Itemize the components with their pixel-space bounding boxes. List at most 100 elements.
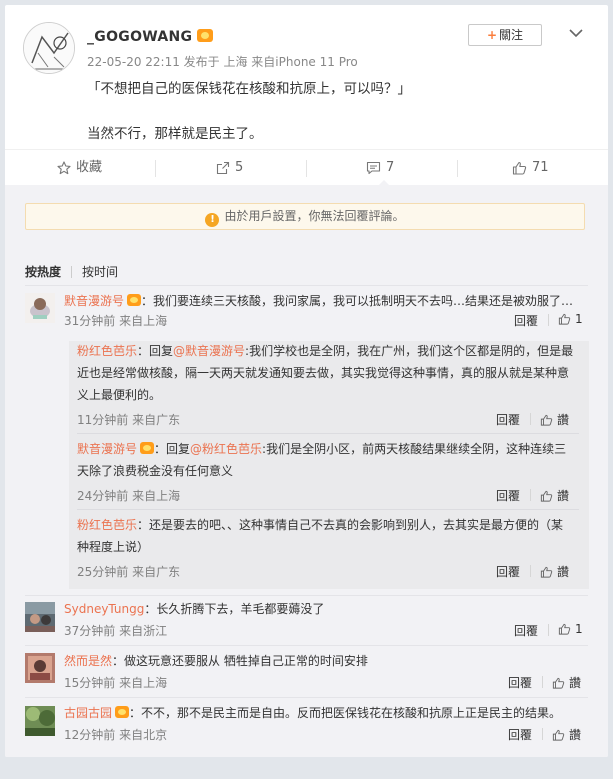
reply-username[interactable]: 粉红色芭乐 [77, 344, 137, 358]
avatar[interactable] [25, 653, 55, 683]
vip-badge-icon [115, 706, 130, 718]
thumbs-up-icon [552, 677, 565, 689]
divider [25, 595, 588, 596]
follow-button[interactable]: + 關注 [468, 24, 542, 46]
sort-by-time[interactable]: 按时间 [82, 263, 128, 280]
avatar[interactable] [25, 706, 55, 736]
comment-text: 默音漫游号 ：我们要连续三天核酸，我问家属，我可以抵制明天不去吗…结果还是被劝服了… [64, 292, 573, 310]
reply-button[interactable]: 回覆 [514, 622, 538, 639]
reply-text-line1: 默音漫游号 ：回复@粉红色芭乐:我们是全阴小区，前两天核酸结果继续全阴，这种连续三 [77, 440, 566, 458]
thumbs-up-icon [540, 414, 553, 426]
favorite-label: 收藏 [76, 160, 103, 175]
comment-text: 古园古园 ：不不，那不是民主而是自由。反而把医保钱花在核酸和抗原上正是民主的结果。 [64, 704, 561, 722]
mention-link[interactable]: @粉红色芭乐 [190, 442, 262, 456]
avatar[interactable] [25, 293, 55, 323]
divider [25, 285, 588, 286]
comment-username[interactable]: 然而是然 [64, 654, 112, 668]
warning-icon: ! [205, 213, 220, 227]
comment-body: ：不不，那不是民主而是自由。反而把医保钱花在核酸和抗原上正是民主的结果。 [129, 706, 562, 720]
comment-like-button[interactable]: 讚 [552, 674, 581, 691]
reply-like-button[interactable]: 讚 [540, 411, 569, 428]
comment-text: SydneyTungg：长久折腾下去，羊毛都要薅没了 [64, 600, 324, 618]
action-separator [457, 160, 458, 177]
comment-like-button[interactable]: 1 [558, 622, 583, 636]
thumbs-up-icon [558, 623, 571, 635]
reply-button[interactable]: 回覆 [508, 726, 532, 743]
reply-button[interactable]: 回覆 [496, 563, 520, 580]
author-name[interactable]: _GOGOWANG [87, 29, 214, 45]
reply-prefix: ：回复 [137, 344, 174, 358]
sort-by-hot[interactable]: 按热度 [25, 263, 71, 280]
reply-body: ：还是要去的吧、、这种事情自己不去真的会影响到别人，去其实是最方便的（某 [137, 518, 564, 532]
reply-username[interactable]: 粉红色芭乐 [77, 518, 137, 532]
action-bar: 收藏 5 7 71 [5, 149, 608, 187]
reply-text-line2: 种程度上说） [77, 540, 150, 554]
reply-meta: 11分钟前 来自广东 [77, 413, 181, 427]
action-separator [155, 160, 156, 177]
like-label: 讚 [557, 413, 570, 427]
sort-tabs: 按热度 按时间 [25, 263, 128, 280]
post-meta: 22-05-20 22:11 发布于 上海 来自iPhone 11 Pro [87, 55, 358, 69]
like-button[interactable]: 71 [512, 150, 549, 186]
action-separator [548, 314, 549, 326]
reply-button[interactable]: 回覆 [508, 674, 532, 691]
comment-username[interactable]: 默音漫游号 [64, 294, 124, 308]
divider [25, 645, 588, 646]
sort-divider [71, 265, 73, 278]
reply-button[interactable]: 回覆 [496, 411, 520, 428]
favorite-button[interactable]: 收藏 [57, 150, 102, 186]
action-separator [548, 624, 549, 636]
reply-like-button[interactable]: 讚 [540, 563, 569, 580]
like-count: 71 [532, 160, 549, 175]
plus-icon: + [486, 28, 498, 42]
action-separator [542, 676, 543, 688]
action-separator [306, 160, 307, 177]
comment-meta: 37分钟前 来自浙江 [64, 624, 168, 638]
vip-badge-icon [140, 442, 155, 454]
reply-username[interactable]: 默音漫游号 [77, 442, 137, 456]
reply-text-line2: 近也是经常做核酸，隔一天两天就发通知要去做，其实我觉得这种事情，真的服从就是某种… [77, 366, 570, 380]
comment-username[interactable]: 古园古园 [64, 706, 112, 720]
avatar[interactable] [25, 602, 55, 632]
comment-icon [366, 161, 381, 175]
divider [77, 433, 579, 434]
comment-body: ：做这玩意还要服从 牺牲掉自己正常的时间安排 [112, 654, 368, 668]
thumbs-up-icon [540, 490, 553, 502]
reply-button[interactable]: 回覆 [514, 312, 538, 329]
reply-body: :我们学校也是全阴，我在广州，我们这个区都是阴的，但是最 [245, 344, 574, 358]
action-separator [530, 413, 531, 425]
divider [77, 509, 579, 510]
thumbs-up-icon [512, 161, 527, 175]
like-count: 1 [575, 312, 583, 326]
like-count: 1 [575, 622, 583, 636]
reply-text-line3: 义上最便利的。 [77, 388, 162, 402]
comment-like-button[interactable]: 讚 [552, 726, 581, 743]
comment-username[interactable]: SydneyTungg [64, 602, 144, 616]
reply-prefix: ：回复 [154, 442, 191, 456]
author-name-text[interactable]: _GOGOWANG [87, 29, 192, 45]
action-separator [542, 728, 543, 740]
reply-text-line1: 粉红色芭乐：还是要去的吧、、这种事情自己不去真的会影响到别人，去其实是最方便的（… [77, 516, 563, 534]
weibo-post-card: _GOGOWANG 22-05-20 22:11 发布于 上海 来自iPhone… [5, 5, 608, 757]
author-avatar[interactable] [23, 22, 75, 74]
thumbs-up-icon [558, 313, 571, 325]
comment-body: ：我们要连续三天核酸，我问家属，我可以抵制明天不去吗…结果还是被劝服了… [141, 294, 574, 308]
star-icon [57, 161, 71, 175]
action-separator [530, 489, 531, 501]
reply-button[interactable]: 回覆 [496, 487, 520, 504]
follow-label: 關注 [499, 28, 524, 42]
mention-link[interactable]: @默音漫游号 [173, 344, 245, 358]
comment-body: ：长久折腾下去，羊毛都要薅没了 [144, 602, 325, 616]
action-separator [530, 565, 531, 577]
notice-text: 由於用戶設置，你無法回覆評論。 [224, 209, 405, 223]
comment-meta: 31分钟前 来自上海 [64, 314, 168, 328]
chevron-down-icon[interactable] [568, 25, 584, 41]
repost-button[interactable]: 5 [216, 150, 243, 186]
comment-like-button[interactable]: 1 [558, 312, 583, 326]
post-text-line2: 当然不行，那样就是民主了。 [87, 126, 263, 142]
reply-restriction-notice: ! 由於用戶設置，你無法回覆評論。 [25, 203, 585, 230]
reply-meta: 24分钟前 来自上海 [77, 489, 181, 503]
reply-like-button[interactable]: 讚 [540, 487, 569, 504]
like-label: 讚 [569, 676, 582, 690]
reply-text-line2: 天除了浪费税金没有任何意义 [77, 464, 234, 478]
